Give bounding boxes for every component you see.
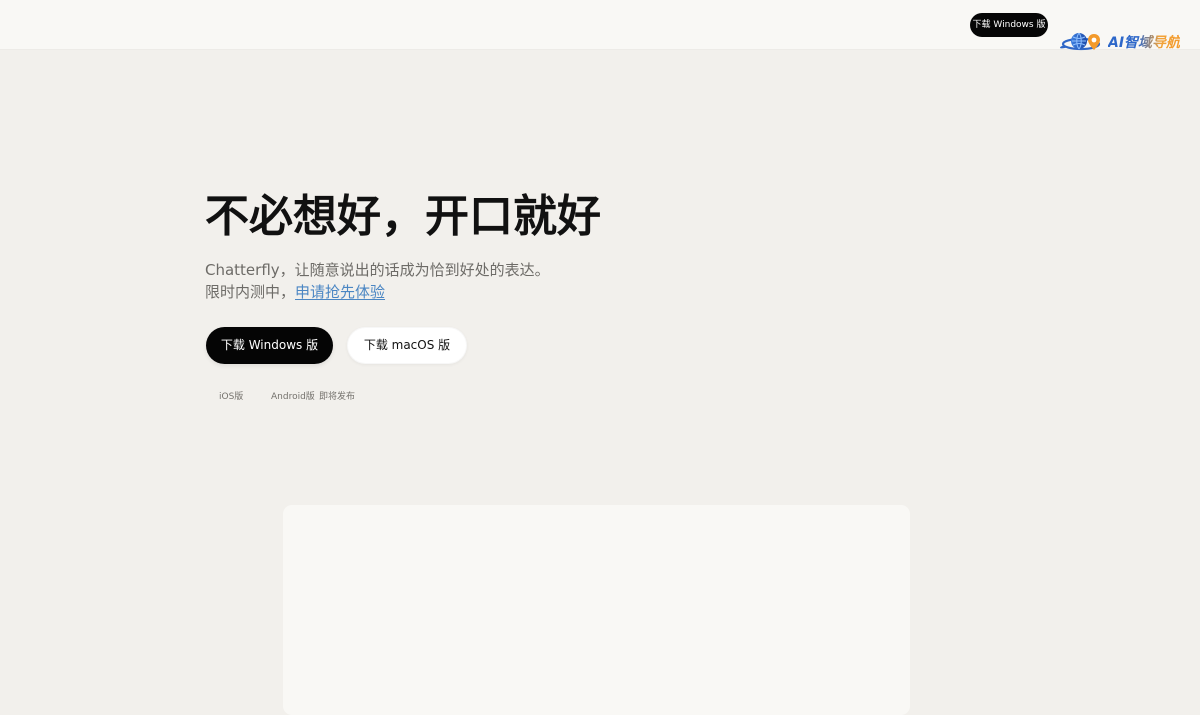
watermark-text: AI智域导航 xyxy=(1108,32,1180,52)
beta-prefix: 限时内测中， xyxy=(205,283,296,301)
apply-early-access-link[interactable]: 申请抢先体验 xyxy=(295,283,385,301)
top-navigation-bar: 下载 Windows 版 xyxy=(0,0,1200,49)
header-download-windows-button[interactable]: 下载 Windows 版 xyxy=(970,13,1048,37)
download-windows-button[interactable]: 下载 Windows 版 xyxy=(206,327,333,364)
ios-version-label: iOS版 xyxy=(219,392,244,402)
download-macos-button[interactable]: 下载 macOS 版 xyxy=(347,327,467,364)
coming-soon-label: 即将发布 xyxy=(319,392,356,402)
ai-zhiyu-navigation-watermark: AI智域导航 xyxy=(1060,29,1182,55)
hero-title: 不必想好，开口就好 xyxy=(205,191,601,242)
android-version-label: Android版 xyxy=(271,392,315,402)
product-preview-panel xyxy=(283,505,910,715)
globe-pin-icon xyxy=(1060,32,1101,50)
product-description: Chatterfly，让随意说出的话成为恰到好处的表达。 xyxy=(205,261,550,279)
hero-description: Chatterfly，让随意说出的话成为恰到好处的表达。 限时内测中，申请抢先体… xyxy=(205,259,805,303)
beta-notice: 限时内测中，申请抢先体验 xyxy=(205,281,805,303)
